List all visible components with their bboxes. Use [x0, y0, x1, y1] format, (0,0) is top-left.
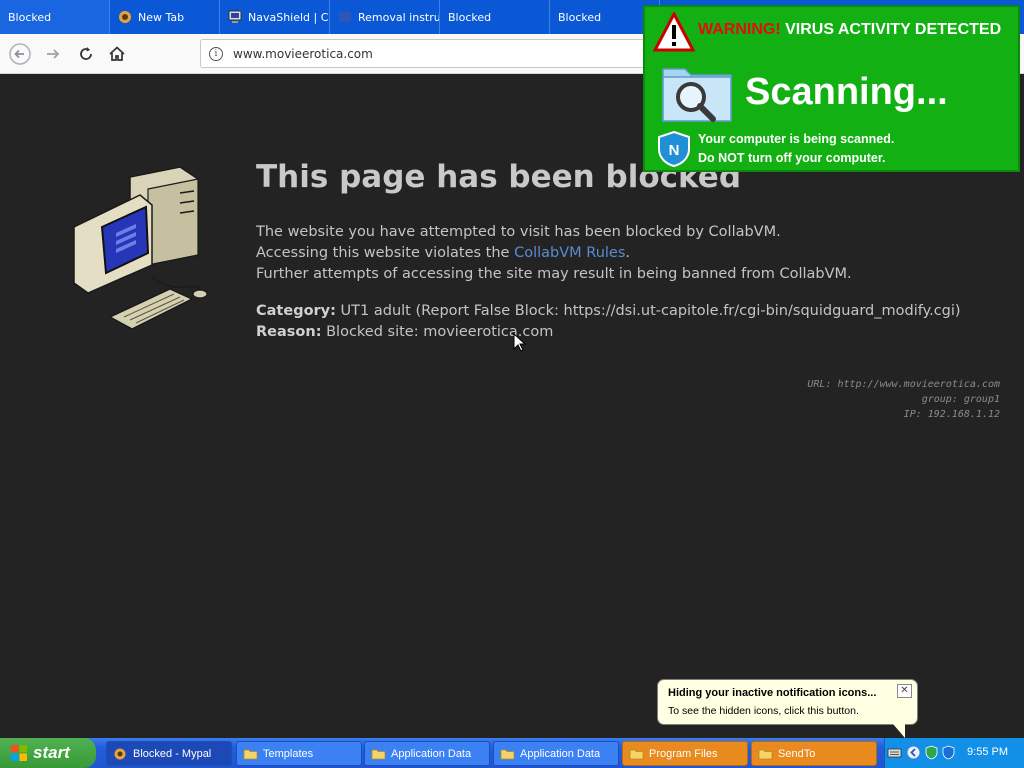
- arrow-right-icon: [47, 49, 60, 59]
- mouse-cursor-icon: [513, 333, 527, 352]
- address-bar[interactable]: i www.movieerotica.com: [200, 39, 670, 68]
- rules-prefix: Accessing this website violates the: [256, 245, 515, 261]
- scan-message: Your computer is being scanned. Do NOT t…: [698, 130, 894, 168]
- category-row: Category: UT1 adult (Report False Block:…: [256, 301, 961, 322]
- tab-label: Blocked: [558, 10, 602, 24]
- forward-button[interactable]: [41, 42, 65, 66]
- folder-icon: [758, 749, 773, 759]
- folder-icon: [243, 749, 258, 759]
- tab-navashield[interactable]: NavaShield | C: [220, 0, 330, 34]
- balloon-text: To see the hidden icons, click this butt…: [668, 705, 859, 717]
- folder-icon: [629, 749, 644, 759]
- home-icon: [109, 46, 125, 61]
- tab-label: New Tab: [138, 10, 185, 24]
- taskbar-item-label: SendTo: [778, 747, 816, 760]
- reload-icon: [80, 47, 92, 60]
- tab-removal-instructions[interactable]: Removal instru: [330, 0, 440, 34]
- tab-label: Removal instru: [358, 10, 440, 24]
- rules-suffix: .: [625, 245, 631, 261]
- notification-balloon[interactable]: Hiding your inactive notification icons.…: [657, 679, 918, 738]
- computer-icon: [228, 10, 242, 23]
- warning-rest: VIRUS ACTIVITY DETECTED: [785, 21, 1002, 38]
- taskbar: start Blocked - Mypal Templates Applicat…: [0, 738, 1024, 768]
- msg-pre: Do: [698, 151, 719, 165]
- show-hidden-icons-button[interactable]: [906, 745, 921, 760]
- folder-icon: [371, 749, 386, 759]
- shield-icon: N: [658, 131, 690, 167]
- arrow-left-icon: [9, 43, 31, 65]
- tab-label: Blocked: [448, 10, 492, 24]
- explanation-line-1: The website you have attempted to visit …: [256, 224, 781, 240]
- msg-bold: NOT: [718, 151, 745, 165]
- home-button[interactable]: [105, 42, 129, 66]
- tab-new-tab[interactable]: New Tab: [110, 0, 220, 34]
- tech-url: URL: http://www.movieerotica.com: [807, 379, 1000, 390]
- taskbar-item-application-data-2[interactable]: Application Data: [493, 741, 619, 766]
- info-icon[interactable]: i: [209, 46, 223, 61]
- clock[interactable]: 9:55 PM: [967, 746, 1008, 758]
- folder-icon: [500, 749, 515, 759]
- tech-group: group: group1: [921, 394, 1000, 405]
- blocked-page: This page has been blocked The website y…: [0, 75, 1024, 738]
- start-button[interactable]: start: [0, 738, 96, 768]
- balloon-title: Hiding your inactive notification icons.…: [668, 687, 877, 699]
- tech-ip: IP: 192.168.1.12: [903, 409, 1000, 420]
- browser-icon: [119, 11, 131, 23]
- tab-blocked-1[interactable]: Blocked: [0, 0, 110, 34]
- start-label: start: [33, 743, 70, 762]
- folder-magnifier-icon: [662, 68, 732, 122]
- computer-illustration: [73, 167, 208, 330]
- taskbar-item-label: Templates: [263, 747, 314, 760]
- taskbar-item-label: Application Data: [520, 747, 601, 760]
- technical-info: URL: http://www.movieerotica.com group: …: [807, 377, 1000, 422]
- system-tray: 9:55 PM: [884, 738, 1024, 768]
- taskbar-item-application-data-1[interactable]: Application Data: [364, 741, 490, 766]
- balloon-tail: [893, 724, 905, 738]
- taskbar-item-sendto[interactable]: SendTo: [751, 741, 877, 766]
- warning-headline: WARNING! VIRUS ACTIVITY DETECTED: [698, 21, 1001, 39]
- virus-warning-popup[interactable]: WARNING! VIRUS ACTIVITY DETECTED Scannin…: [643, 5, 1020, 172]
- reason-label: Reason:: [256, 324, 322, 340]
- reason-row: Reason: Blocked site: movieerotica.com: [256, 322, 961, 343]
- reload-button[interactable]: [74, 42, 98, 66]
- shield-icon[interactable]: [924, 745, 939, 760]
- scan-message-line-2: Do NOT turn off your computer.: [698, 149, 894, 168]
- warning-triangle-icon: [653, 12, 695, 52]
- screen: Blocked New Tab NavaShield | C Removal i…: [0, 0, 1024, 768]
- keyboard-icon[interactable]: [887, 745, 902, 760]
- taskbar-item-browser[interactable]: Blocked - Mypal: [106, 741, 232, 766]
- msg-post: turn off your computer.: [744, 151, 886, 165]
- category-label: Category:: [256, 303, 336, 319]
- scan-message-line-1: Your computer is being scanned.: [698, 132, 895, 146]
- category-value: UT1 adult (Report False Block: https://d…: [340, 303, 961, 319]
- taskbar-item-templates[interactable]: Templates: [236, 741, 362, 766]
- explanation-line-3: Further attempts of accessing the site m…: [256, 266, 852, 282]
- block-details: Category: UT1 adult (Report False Block:…: [256, 301, 961, 343]
- svg-text:N: N: [669, 142, 680, 159]
- taskbar-item-label: Program Files: [649, 747, 718, 760]
- tab-label: NavaShield | C: [248, 10, 329, 24]
- taskbar-item-label: Blocked - Mypal: [133, 747, 212, 760]
- windows-logo-icon: [11, 745, 27, 761]
- balloon-close-button[interactable]: ✕: [897, 684, 912, 698]
- back-button[interactable]: [8, 42, 32, 66]
- blocked-explanation: The website you have attempted to visit …: [256, 222, 852, 285]
- tab-label: Blocked: [8, 10, 52, 24]
- collabvm-rules-link[interactable]: CollabVM Rules: [514, 245, 625, 261]
- security-shield-icon[interactable]: [941, 745, 956, 760]
- url-text: www.movieerotica.com: [233, 46, 373, 61]
- taskbar-item-label: Application Data: [391, 747, 472, 760]
- taskbar-item-program-files[interactable]: Program Files: [622, 741, 748, 766]
- explanation-line-2: Accessing this website violates the Coll…: [256, 243, 852, 264]
- scanning-text: Scanning...: [745, 71, 948, 113]
- warning-word: WARNING!: [698, 21, 781, 38]
- browser-icon: [114, 748, 126, 759]
- page-icon: [339, 12, 351, 22]
- tab-blocked-2[interactable]: Blocked: [440, 0, 550, 34]
